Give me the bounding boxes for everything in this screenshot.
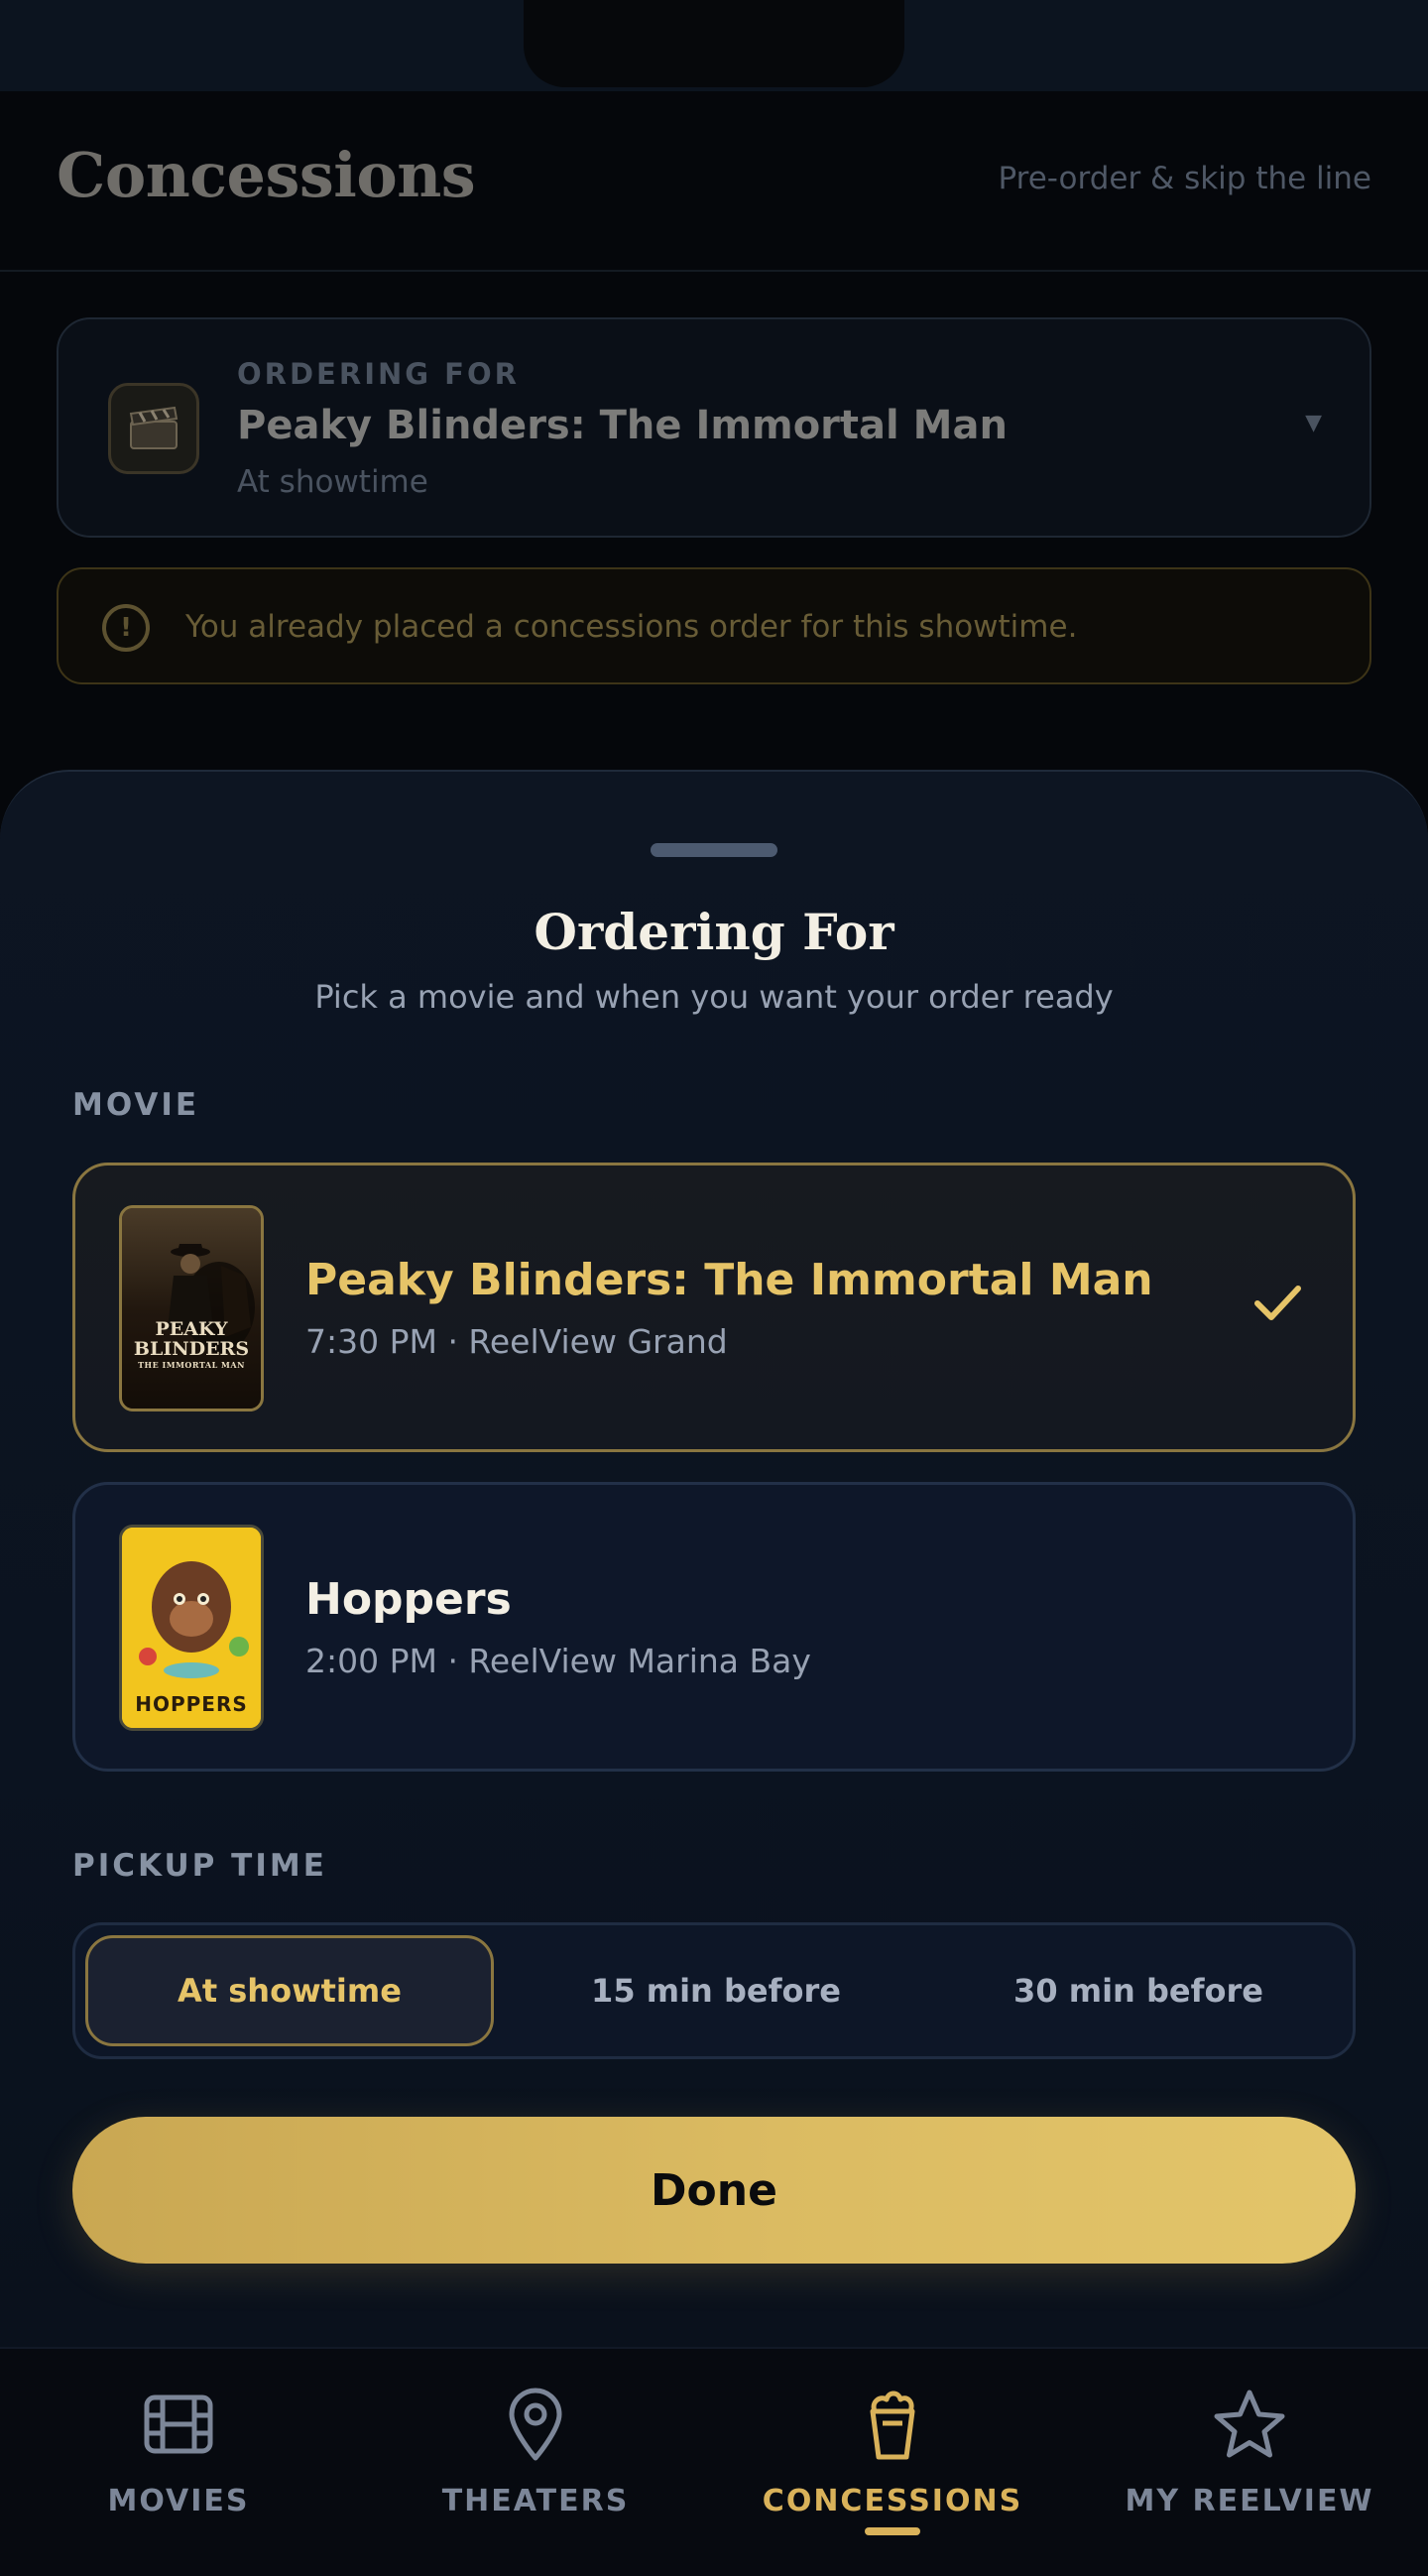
alert-text: You already placed a concessions order f… [185, 609, 1078, 645]
order-timing: At showtime [237, 464, 428, 500]
star-icon [1071, 2385, 1428, 2464]
camera-notch [524, 0, 904, 87]
pickup-option-15-min[interactable]: 15 min before [512, 1935, 920, 2046]
app-root: Concessions Pre-order & skip the line OR… [0, 0, 1428, 2576]
status-bar [0, 0, 1428, 91]
poster-title-text: HOPPERS [135, 1692, 248, 1716]
sheet-drag-handle[interactable] [651, 843, 777, 857]
nav-label: CONCESSIONS [762, 2484, 1023, 2518]
poster-image: PEAKY BLINDERS THE IMMORTAL MAN [119, 1205, 264, 1411]
movie-meta: 2:00 PM · ReelView Marina Bay [305, 1642, 811, 1680]
sheet-subtitle: Pick a movie and when you want your orde… [314, 978, 1114, 1016]
ordering-for-sheet: Ordering For Pick a movie and when you w… [0, 770, 1428, 2347]
nav-item-my-reelview[interactable]: MY REELVIEW [1071, 2349, 1428, 2576]
sheet-title: Ordering For [534, 903, 894, 961]
clapperboard-icon [108, 383, 199, 474]
existing-order-alert: ! You already placed a concessions order… [57, 567, 1371, 684]
movie-option-hoppers[interactable]: HOPPERS Hoppers 2:00 PM · ReelView Marin… [72, 1482, 1356, 1772]
page-title: Concessions [57, 139, 476, 211]
active-tab-indicator [865, 2527, 920, 2535]
movie-title: Hoppers [305, 1574, 512, 1625]
order-eyebrow: ORDERING FOR [237, 357, 520, 391]
popcorn-icon [714, 2385, 1071, 2464]
nav-item-concessions[interactable]: CONCESSIONS [714, 2349, 1071, 2576]
checkmark-icon [1254, 1286, 1301, 1320]
nav-item-movies[interactable]: MOVIES [0, 2349, 357, 2576]
film-icon [0, 2385, 357, 2464]
pickup-section-label: PICKUP TIME [72, 1848, 327, 1884]
done-button[interactable]: Done [72, 2117, 1356, 2264]
nav-label: MY REELVIEW [1125, 2484, 1374, 2518]
map-pin-icon [357, 2385, 714, 2464]
exclamation-circle-icon: ! [102, 604, 150, 652]
order-movie-title: Peaky Blinders: The Immortal Man [237, 403, 1008, 448]
movie-section-label: MOVIE [72, 1087, 200, 1123]
nav-label: MOVIES [107, 2484, 250, 2518]
movie-meta: 7:30 PM · ReelView Grand [305, 1322, 728, 1361]
movie-title: Peaky Blinders: The Immortal Man [305, 1255, 1153, 1305]
pickup-option-30-min[interactable]: 30 min before [934, 1935, 1343, 2046]
ordering-for-card[interactable]: ORDERING FOR Peaky Blinders: The Immorta… [57, 317, 1371, 538]
poster-title-text: PEAKY BLINDERS THE IMMORTAL MAN [133, 1318, 250, 1370]
chevron-down-icon: ▼ [1305, 411, 1322, 435]
nav-label: THEATERS [441, 2484, 630, 2518]
bottom-nav: MOVIES THEATERS CONCESSIONS MY REELVIEW [0, 2347, 1428, 2576]
pickup-time-selector: At showtime 15 min before 30 min before [72, 1922, 1356, 2059]
movie-option-peaky-blinders[interactable]: PEAKY BLINDERS THE IMMORTAL MAN Peaky Bl… [72, 1163, 1356, 1452]
pickup-option-at-showtime[interactable]: At showtime [85, 1935, 494, 2046]
page-header: Concessions Pre-order & skip the line [0, 91, 1428, 272]
nav-item-theaters[interactable]: THEATERS [357, 2349, 714, 2576]
header-subtitle: Pre-order & skip the line [998, 161, 1371, 196]
poster-image: HOPPERS [119, 1525, 264, 1731]
